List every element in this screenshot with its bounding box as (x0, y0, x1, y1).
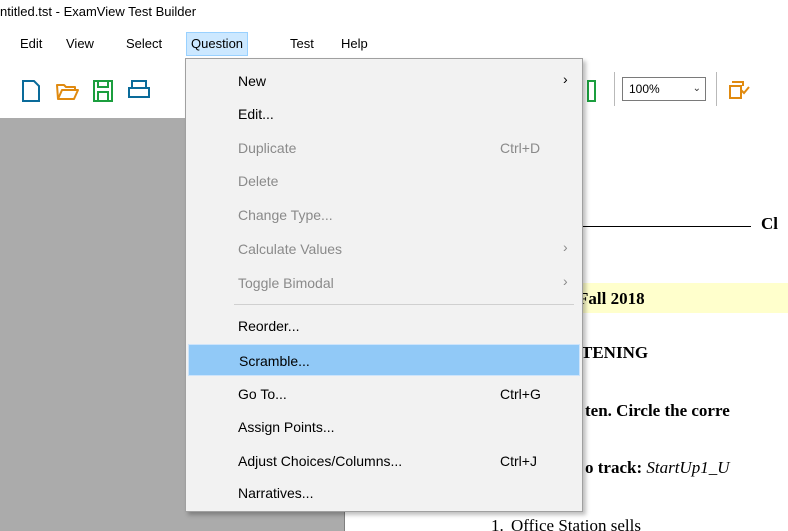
question-menu: New › Edit... Duplicate Ctrl+D Delete Ch… (185, 58, 583, 512)
doc-section-title: TENING (581, 343, 649, 362)
chevron-right-icon: › (563, 71, 568, 87)
menu-edit[interactable]: Edit (16, 33, 46, 55)
menu-item-shortcut: Ctrl+D (500, 140, 541, 156)
menu-item-label: Reorder... (238, 318, 300, 334)
menu-item-label: Change Type... (238, 207, 333, 223)
window-title: ntitled.tst - ExamView Test Builder (0, 4, 197, 19)
doc-term-text: Fall 2018 (578, 289, 645, 308)
copy-format-icon[interactable] (726, 78, 752, 104)
menu-bar: Edit View Select Question Test Help (0, 30, 788, 58)
menu-item-label: Calculate Values (238, 241, 343, 257)
zoom-select[interactable]: 100% ⌄ (622, 77, 706, 101)
menu-item-change-type[interactable]: Change Type... (188, 199, 580, 231)
menu-separator (234, 304, 574, 305)
menu-item-shortcut: Ctrl+G (500, 386, 541, 402)
doc-class-label: Cl (761, 214, 778, 233)
print-icon[interactable] (126, 78, 152, 104)
menu-item-shortcut: Ctrl+J (500, 453, 537, 469)
menu-item-label: Delete (238, 173, 279, 189)
menu-item-label: Adjust Choices/Columns... (238, 453, 403, 469)
doc-track-label: o track: (585, 458, 647, 477)
layout-icon[interactable] (586, 78, 612, 104)
chevron-down-icon: ⌄ (692, 83, 701, 94)
doc-track-file: StartUp1_U (646, 458, 730, 477)
menu-item-go-to[interactable]: Go To... Ctrl+G (188, 378, 580, 410)
menu-item-label: Assign Points... (238, 419, 335, 435)
menu-item-assign-points[interactable]: Assign Points... (188, 411, 580, 443)
menu-item-adjust-choices[interactable]: Adjust Choices/Columns... Ctrl+J (188, 445, 580, 477)
menu-test[interactable]: Test (286, 33, 318, 55)
menu-item-scramble[interactable]: Scramble... (188, 344, 580, 376)
doc-instructions: ten. Circle the corre (585, 401, 730, 420)
menu-item-toggle-bimodal[interactable]: Toggle Bimodal › (188, 267, 580, 299)
menu-select[interactable]: Select (122, 33, 166, 55)
chevron-right-icon: › (563, 273, 568, 289)
menu-item-label: Go To... (238, 386, 287, 402)
doc-question-number: 1. (491, 516, 504, 531)
open-folder-icon[interactable] (54, 78, 80, 104)
menu-item-calculate-values[interactable]: Calculate Values › (188, 233, 580, 265)
menu-item-label: Narratives... (238, 485, 314, 501)
chevron-right-icon: › (563, 239, 568, 255)
menu-item-duplicate[interactable]: Duplicate Ctrl+D (188, 132, 580, 164)
toolbar-separator (614, 72, 615, 106)
save-icon[interactable] (90, 78, 116, 104)
title-bar: ntitled.tst - ExamView Test Builder (0, 0, 788, 30)
menu-item-label: Toggle Bimodal (238, 275, 334, 291)
menu-item-label: Edit... (238, 106, 274, 122)
menu-item-narratives[interactable]: Narratives... (188, 477, 580, 509)
doc-track-line: o track: StartUp1_U (585, 458, 730, 478)
menu-item-reorder[interactable]: Reorder... (188, 310, 580, 342)
menu-item-new[interactable]: New › (188, 65, 580, 97)
menu-help[interactable]: Help (337, 33, 372, 55)
menu-item-delete[interactable]: Delete (188, 165, 580, 197)
new-document-icon[interactable] (18, 78, 44, 104)
menu-item-edit[interactable]: Edit... (188, 98, 580, 130)
menu-view[interactable]: View (62, 33, 98, 55)
zoom-value: 100% (629, 82, 660, 96)
menu-question[interactable]: Question (186, 32, 249, 56)
menu-item-label: Duplicate (238, 140, 297, 156)
toolbar-separator (716, 72, 717, 106)
doc-question-text: Office Station sells (511, 516, 641, 531)
menu-item-label: New (238, 73, 267, 89)
menu-item-label: Scramble... (239, 353, 310, 369)
